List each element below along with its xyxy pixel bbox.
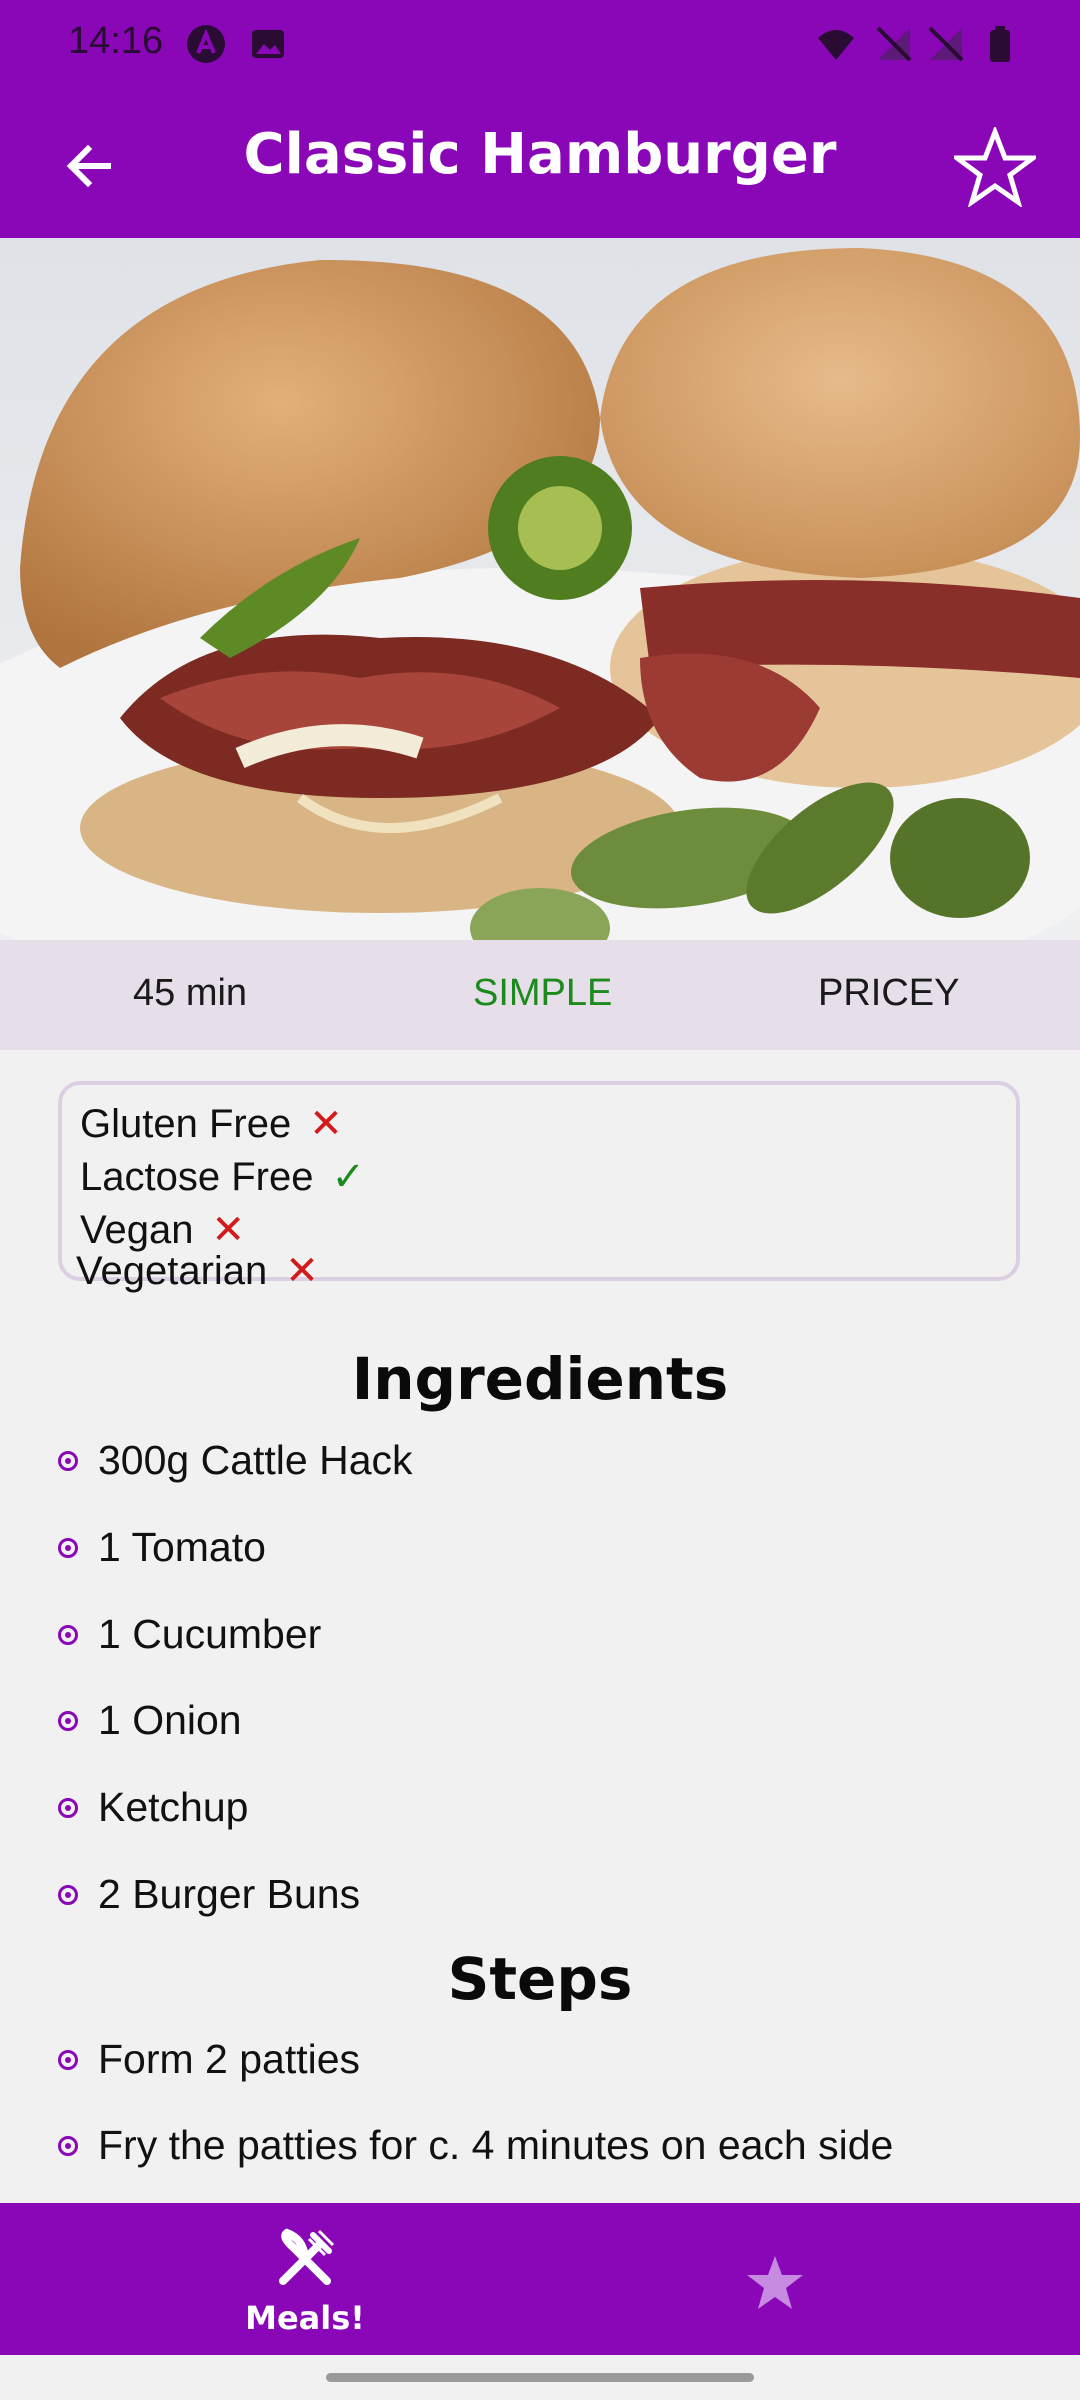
ingredients-title: Ingredients — [351, 1345, 729, 1413]
bullet-icon — [58, 1710, 78, 1731]
star-outline-icon — [954, 127, 1036, 207]
signal-off-icon-2 — [928, 26, 964, 62]
meal-image — [0, 238, 1080, 940]
diet-item: Lactose Free ✓ — [80, 1154, 365, 1200]
wifi-icon — [818, 30, 854, 60]
nav-tab-meals[interactable]: Meals! — [200, 2227, 410, 2347]
cross-icon: ✕ — [211, 1208, 245, 1252]
nav-meals-label: Meals! — [245, 2299, 365, 2337]
cross-icon: ✕ — [285, 1249, 319, 1293]
diet-label: Vegan — [80, 1207, 194, 1252]
status-bar: 14:16 — [0, 0, 1080, 92]
bullet-icon — [58, 1797, 78, 1818]
bullet-icon — [58, 2049, 78, 2070]
battery-icon — [990, 26, 1010, 62]
status-time: 14:16 — [68, 20, 164, 62]
diet-label: Lactose Free — [80, 1154, 314, 1199]
bullet-icon — [58, 2135, 78, 2156]
signal-off-icon — [876, 26, 912, 62]
step-item: Form 2 patties — [58, 2036, 360, 2083]
step-item: Fry the patties for c. 4 minutes on each… — [58, 2122, 893, 2169]
ingredient-item: 1 Onion — [58, 1697, 242, 1744]
favorite-button[interactable] — [940, 112, 1050, 222]
diet-label: Vegetarian — [76, 1248, 268, 1293]
restaurant-icon — [279, 2228, 335, 2285]
bottom-navigation: Meals! — [0, 2203, 1080, 2355]
duration-text: 45 min — [133, 972, 248, 1014]
nav-tab-favorites[interactable] — [720, 2233, 830, 2333]
bullet-icon — [58, 1624, 78, 1645]
ingredient-item: 1 Tomato — [58, 1524, 266, 1571]
diet-item: Vegan ✕ — [80, 1207, 245, 1253]
ingredient-item: 300g Cattle Hack — [58, 1437, 413, 1484]
check-icon: ✓ — [331, 1155, 365, 1199]
arrow-back-icon — [66, 144, 111, 188]
star-icon — [747, 2256, 803, 2309]
affordability-text: PRICEY — [818, 972, 960, 1014]
diet-info-card-overflow: Vegetarian ✕ — [58, 1249, 1020, 1314]
steps-title: Steps — [447, 1945, 633, 2013]
diet-item: Vegetarian ✕ — [76, 1248, 319, 1294]
app-icon — [187, 25, 225, 63]
ingredient-item: Ketchup — [58, 1784, 248, 1831]
cross-icon: ✕ — [309, 1102, 343, 1146]
meal-info-strip: 45 min SIMPLE PRICEY — [0, 940, 1080, 1050]
ingredient-item: 1 Cucumber — [58, 1611, 321, 1658]
header: 14:16 Classic Hamburger — [0, 0, 1080, 238]
diet-label: Gluten Free — [80, 1101, 292, 1146]
gesture-bar[interactable] — [326, 2373, 754, 2382]
app-bar: Classic Hamburger — [0, 92, 1080, 238]
bullet-icon — [58, 1537, 78, 1558]
back-button[interactable] — [40, 116, 140, 216]
bullet-icon — [58, 1884, 78, 1905]
page-title: Classic Hamburger — [243, 122, 837, 187]
complexity-text: SIMPLE — [473, 972, 613, 1014]
image-icon — [252, 30, 284, 58]
bullet-icon — [58, 1450, 78, 1471]
ingredient-item: 2 Burger Buns — [58, 1871, 360, 1918]
diet-item: Gluten Free ✕ — [80, 1101, 343, 1147]
hamburger-photo — [0, 238, 1080, 940]
